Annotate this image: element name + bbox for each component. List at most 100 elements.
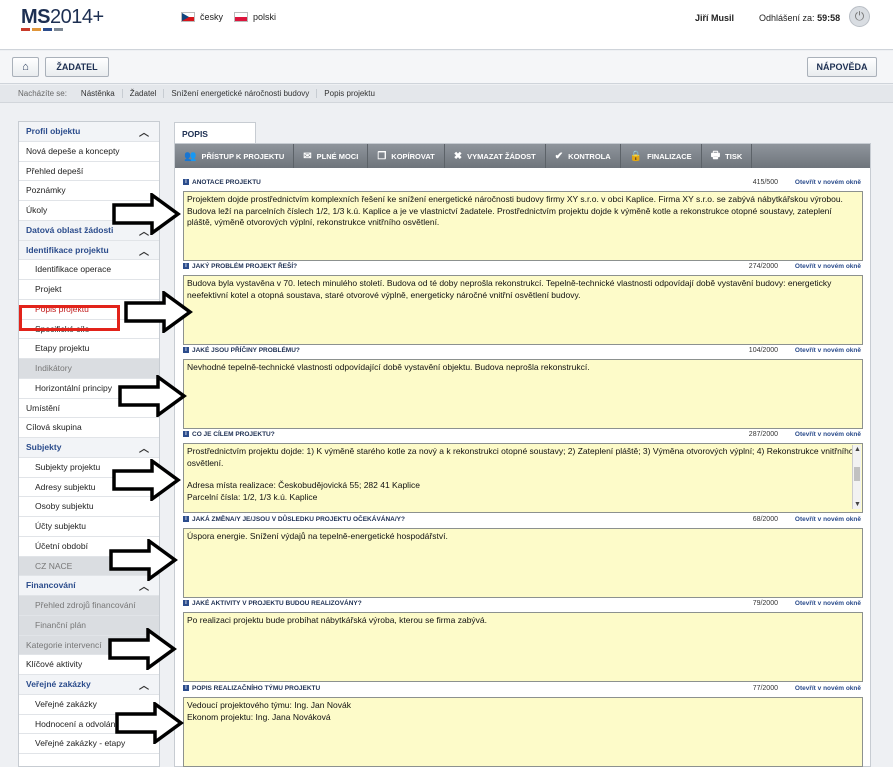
annotation-arrow-icon [115, 700, 185, 746]
sidebar-item-label: Indikátory [35, 363, 72, 373]
open-new-window-link[interactable]: Otevřít v novém okně [795, 685, 861, 692]
toolbar-button[interactable]: ✔ KONTROLA [546, 144, 621, 168]
power-icon[interactable]: ⏻ [849, 6, 870, 27]
section-title: JAKÝ PROBLÉM PROJEKT ŘEŠÍ? [192, 263, 298, 270]
char-count: 104/2000 [748, 347, 778, 354]
char-count: 77/2000 [752, 685, 778, 692]
toolbar-button-label: PLNÉ MOCI [316, 151, 359, 161]
section-header: i CO JE CÍLEM PROJEKTU? 287/2000 Otevřít v … [183, 431, 863, 443]
open-new-window-link[interactable]: Otevřít v novém okně [795, 516, 861, 523]
section-textarea[interactable]: Vedoucí projektového týmu: Ing. Jan Nová… [183, 697, 863, 767]
toolbar-button[interactable]: 🖶 TISK [702, 144, 753, 168]
x-icon: ✖ [453, 150, 463, 162]
sidebar-item: Přehled zdrojů financování [19, 596, 159, 616]
czech-flag-icon [181, 12, 195, 22]
main-panel: 👥 PŘÍSTUP K PROJEKTU ✉ PLNÉ MOCI ❐ KOPÍROVAT ✖… [174, 143, 871, 767]
section-textarea[interactable]: Po realizaci projektu bude probíhat náby… [183, 612, 863, 682]
breadcrumb-item[interactable]: Nástěnka [74, 89, 123, 98]
sidebar-item-label: Veřejné zakázky - etapy [35, 738, 126, 749]
lang-cz-link[interactable]: česky [181, 12, 223, 22]
section-textarea[interactable]: Úspora energie. Snížení výdajů na tepeln… [183, 528, 863, 598]
section-title: JAKÁ ZMĚNA/Y JE/JSOU V DŮSLEDKU PROJEKTU… [192, 516, 405, 523]
action-toolbar: 👥 PŘÍSTUP K PROJEKTU ✉ PLNÉ MOCI ❐ KOPÍROVAT ✖… [175, 144, 870, 168]
scrollbar[interactable]: ▲ ▼ [852, 445, 861, 509]
sidebar-item[interactable]: Cílová skupina [19, 418, 159, 438]
open-new-window-link[interactable]: Otevřít v novém okně [795, 263, 861, 270]
textarea-text: Projektem dojde prostřednictvím komplexn… [187, 194, 843, 227]
breadcrumb-item[interactable]: Snížení energetické náročnosti budovy [164, 89, 318, 98]
section-title: CO JE CÍLEM PROJEKTU? [192, 431, 275, 438]
zadatel-button[interactable]: ŽADATEL [45, 57, 109, 77]
section-textarea[interactable]: Projektem dojde prostřednictvím komplexn… [183, 191, 863, 261]
open-new-window-link[interactable]: Otevřít v novém okně [795, 600, 861, 607]
section-title: POPIS REALIZAČNÍHO TÝMU PROJEKTU [192, 685, 321, 692]
tab-popis-projektu[interactable]: POPIS PROJEKTU [174, 122, 256, 161]
open-new-window-link[interactable]: Otevřít v novém okně [795, 179, 861, 186]
toolbar-button[interactable]: 👥 PŘÍSTUP K PROJEKTU [175, 144, 295, 168]
info-icon[interactable]: i [183, 516, 189, 522]
text-section: i JAKÉ JSOU PŘÍČINY PROBLÉMU? 104/2000 Otev… [183, 347, 863, 429]
sidebar-item-label: Identifikace projektu [26, 244, 109, 255]
sidebar-item[interactable]: Veřejné zakázky ︿ [19, 675, 159, 695]
napoveda-button[interactable]: NÁPOVĚDA [807, 57, 877, 77]
section-title: ANOTACE PROJEKTU [192, 179, 261, 186]
info-icon[interactable]: i [183, 600, 189, 606]
sidebar-item-label: Horizontální principy [35, 382, 113, 393]
highlight-box [19, 305, 120, 331]
home-button[interactable]: ⌂ [12, 57, 39, 77]
lang-cz-label: česky [200, 12, 224, 22]
sidebar-item[interactable]: Nová depeše a koncepty [19, 142, 159, 162]
user-name[interactable]: Jiří Musil [695, 13, 734, 23]
text-section: i JAKÉ AKTIVITY V PROJEKTU BUDOU REALIZOV… [183, 600, 863, 682]
sidebar-item-label: Veřejné zakázky [26, 679, 91, 689]
breadcrumb-item[interactable]: Žadatel [123, 89, 165, 98]
open-new-window-link[interactable]: Otevřít v novém okně [795, 431, 861, 438]
sidebar-item[interactable]: Profil objektu ︿ [19, 122, 159, 142]
breadcrumb-item-current: Popis projektu [324, 89, 375, 98]
section-header: i JAKÉ JSOU PŘÍČINY PROBLÉMU? 104/2000 Otev… [183, 347, 863, 359]
toolbar-button[interactable]: ❐ KOPÍROVAT [368, 144, 445, 168]
toolbar-button[interactable]: 🔒 FINALIZACE [621, 144, 702, 168]
info-icon[interactable]: i [183, 179, 189, 185]
section-title: JAKÉ AKTIVITY V PROJEKTU BUDOU REALIZOVÁ… [192, 600, 362, 607]
annotation-arrow-icon [124, 289, 194, 335]
section-textarea[interactable]: Prostřednictvím projektu dojde: 1) K vým… [183, 443, 863, 513]
toolbar-button[interactable]: ✖ VYMAZAT ŽÁDOST [445, 144, 546, 168]
timer-value: 59:58 [817, 13, 841, 23]
info-icon[interactable]: i [183, 431, 189, 437]
section-header: i JAKÉ AKTIVITY V PROJEKTU BUDOU REALIZOV… [183, 600, 863, 612]
sidebar-item-label: Subjekty projektu [35, 461, 101, 472]
text-section: i POPIS REALIZAČNÍHO TÝMU PROJEKTU 77/2000… [183, 685, 863, 767]
text-section: i JAKÁ ZMĚNA/Y JE/JSOU V DŮSLEDKU PROJEKT… [183, 516, 863, 598]
open-new-window-link[interactable]: Otevřít v novém okně [795, 347, 861, 354]
sidebar-item-label: Klíčové aktivity [26, 659, 83, 670]
sidebar-item-label: Identifikace operace [35, 264, 112, 275]
sidebar-item-label: Přehled depeší [26, 165, 84, 176]
textarea-text: Adresa místa realizace: Českobudějovická… [187, 480, 420, 490]
section-header: i POPIS REALIZAČNÍHO TÝMU PROJEKTU 77/2000… [183, 685, 863, 697]
section-header: i JAKÁ ZMĚNA/Y JE/JSOU V DŮSLEDKU PROJEKT… [183, 516, 863, 528]
lang-pl-link[interactable]: polski [234, 12, 276, 22]
sidebar-item[interactable]: Subjekty ︿ [19, 438, 159, 458]
sidebar-item[interactable]: Identifikace projektu ︿ [19, 240, 159, 261]
sidebar-item[interactable]: Účty subjektu [19, 517, 159, 537]
annotation-arrow-icon [118, 373, 188, 419]
info-icon[interactable]: i [183, 685, 189, 691]
lang-pl-label: polski [253, 12, 277, 22]
sidebar-item-label: Etapy projektu [35, 343, 90, 354]
breadcrumb-label: Nacházíte se: [18, 89, 67, 98]
toolbar-button[interactable]: ✉ PLNÉ MOCI [294, 144, 369, 168]
sidebar-item[interactable]: Přehled depeší [19, 162, 159, 182]
sidebar-item-label: Finanční plán [35, 619, 87, 630]
info-icon[interactable]: i [183, 347, 189, 353]
sidebar-item-label: Datová oblast žádosti [26, 224, 114, 235]
top-header: MS2014+ česky polski Jiří Musil Odhlášen… [0, 0, 893, 50]
sidebar-item[interactable]: Etapy projektu [19, 339, 159, 359]
toolbar-button-label: KONTROLA [568, 151, 611, 161]
ms2014-logo[interactable]: MS2014+ [21, 6, 104, 29]
section-textarea[interactable]: Budova byla vystavěna v 70. letech minul… [183, 275, 863, 345]
toolbar-button-label: KOPÍROVAT [391, 151, 435, 161]
sidebar-item[interactable]: Identifikace operace [19, 260, 159, 280]
section-textarea[interactable]: Nevhodné tepelně-technické vlastnosti od… [183, 359, 863, 429]
info-icon[interactable]: i [183, 263, 189, 269]
